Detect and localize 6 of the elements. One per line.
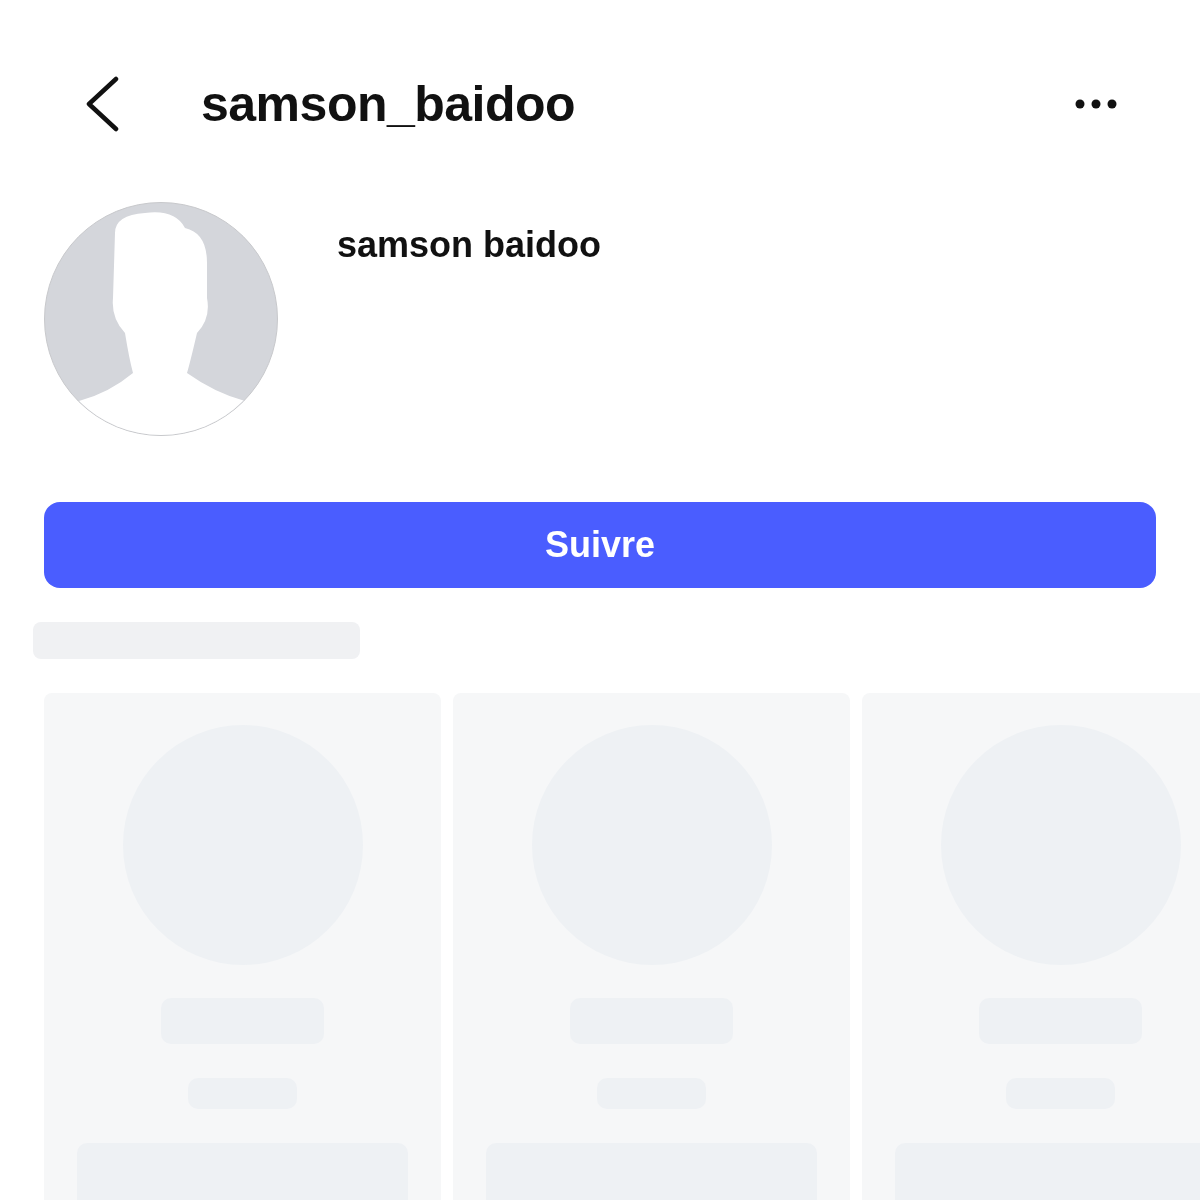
username-title: samson_baidoo bbox=[201, 75, 577, 133]
display-name: samson baidoo bbox=[337, 224, 602, 267]
chevron-left-icon bbox=[84, 76, 120, 132]
more-button[interactable] bbox=[1074, 98, 1118, 110]
more-icon bbox=[1074, 98, 1118, 110]
follow-button[interactable]: Suivre bbox=[44, 502, 1156, 588]
